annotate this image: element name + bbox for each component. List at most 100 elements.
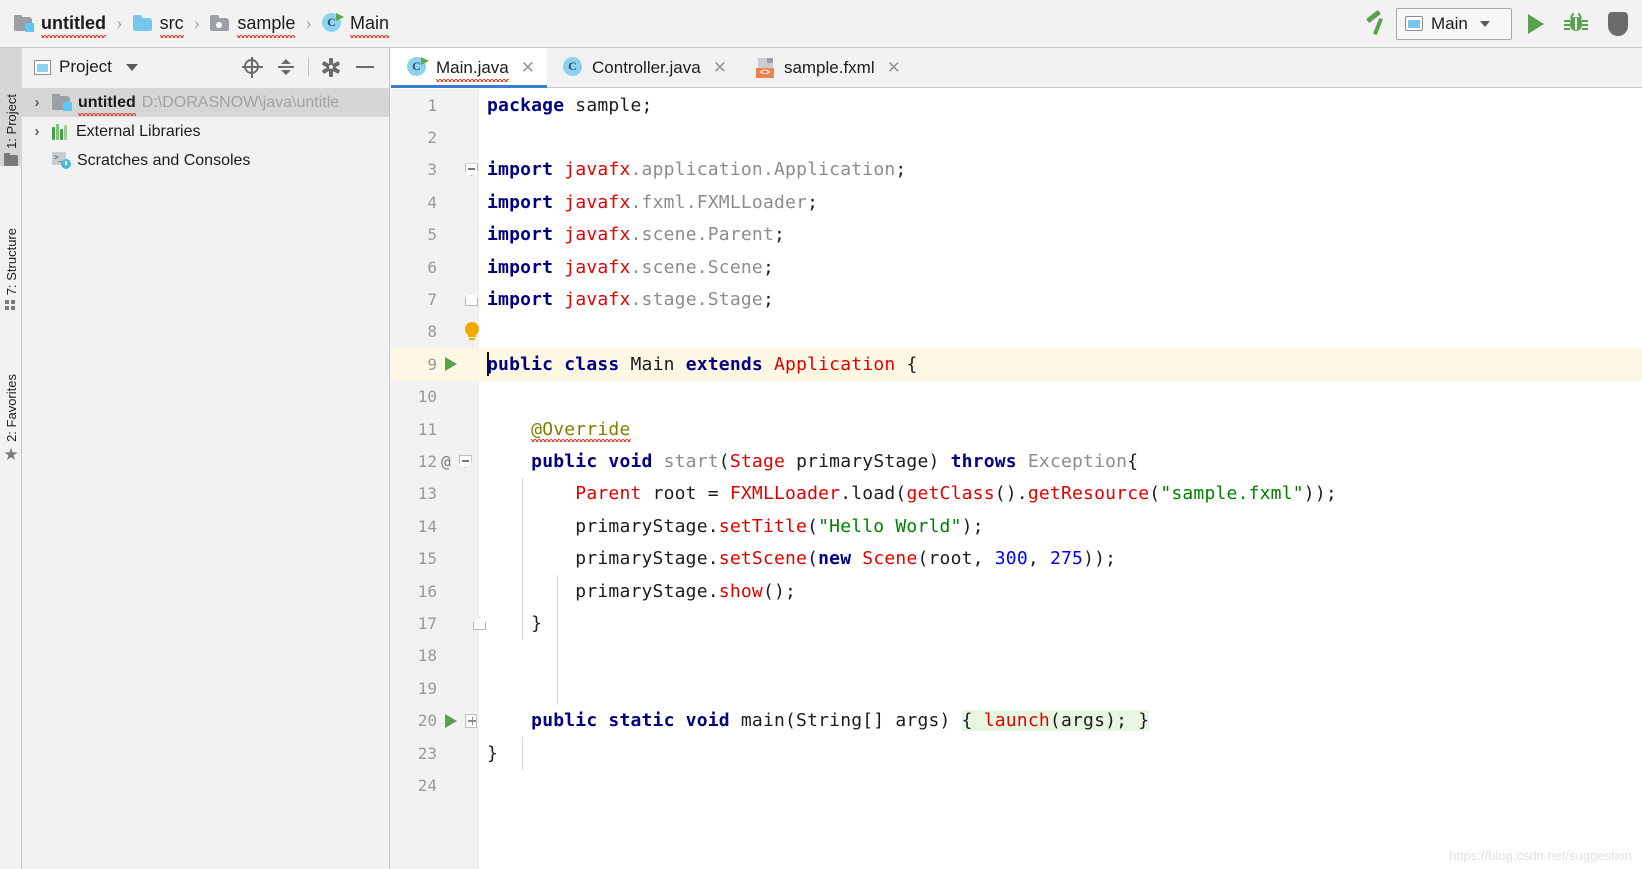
code-line[interactable]: 3 import javafx.application.Application; [391,154,1642,186]
fold-collapse-icon[interactable] [465,163,478,177]
gutter-icons [441,121,477,153]
breadcrumb-separator: › [193,12,201,34]
chevron-down-icon [1479,20,1490,27]
tree-item-label: Scratches and Consoles [77,151,251,169]
code-editor[interactable]: 1 package sample; 2 3 import javafx.appl… [391,89,1642,869]
line-number: 16 [417,581,437,601]
code-text: @Override [531,418,631,440]
code-line[interactable]: 14 primaryStage.setTitle("Hello World"); [391,510,1642,542]
code-line[interactable]: 19 [391,672,1642,704]
watermark: https://blog.csdn.net/suggestion [1449,848,1632,863]
code-text: } [487,613,543,635]
code-line[interactable]: 12 @ public void start(Stage primaryStag… [391,445,1642,477]
intention-bulb-icon[interactable] [463,321,479,342]
code-line[interactable]: 10 [391,381,1642,413]
tool-window-favorites[interactable]: ★ 2: Favorites [0,328,22,464]
code-line[interactable]: 1 package sample; [391,89,1642,121]
run-button[interactable] [1516,4,1556,44]
shield-icon [1608,11,1628,36]
code-line-current[interactable]: 9 public class Main extends Application … [391,348,1642,381]
code-text: import javafx.scene.Scene; [487,256,775,278]
run-configuration-selector[interactable]: Main [1396,7,1512,40]
breadcrumb-item-main[interactable]: C Main [322,13,390,38]
breadcrumb-item-untitled[interactable]: untitled [14,13,106,38]
tab-controller-java[interactable]: C Controller.java ✕ [547,48,739,87]
code-line[interactable]: 17 } [391,607,1642,639]
code-line[interactable]: 24 [391,769,1642,801]
project-settings-button[interactable] [315,51,347,83]
hide-panel-button[interactable] [349,51,381,83]
expand-arrow-icon[interactable]: › [28,123,46,140]
folder-icon [132,15,153,32]
tab-label: Main.java [436,57,509,82]
code-line[interactable]: 16 primaryStage.show(); [391,575,1642,607]
run-with-coverage-button[interactable] [1596,4,1636,44]
tree-item-scratches-and-consoles[interactable]: › >_ Scratches and Consoles [22,146,389,175]
tree-item-external-libraries[interactable]: › External Libraries [22,117,389,146]
code-line[interactable]: 11 @Override [391,413,1642,445]
project-panel-actions [236,48,381,86]
line-number: 2 [427,128,437,148]
breadcrumb-label: sample [237,13,296,38]
code-line[interactable]: 20 public static void main(String[] args… [391,705,1642,737]
breadcrumb-item-sample[interactable]: sample [210,13,296,38]
line-number: 23 [417,743,437,763]
fold-end-icon[interactable] [465,293,478,307]
fold-expand-icon[interactable] [465,713,477,728]
run-main-gutter-icon[interactable] [445,713,457,728]
gutter-icons [441,154,478,186]
collapse-all-button[interactable] [270,51,302,83]
code-line[interactable]: 8 [391,316,1642,348]
library-icon [52,123,70,140]
line-number: 4 [427,192,437,212]
code-line[interactable]: 7 import javafx.stage.Stage; [391,283,1642,315]
tool-window-structure[interactable]: 7: Structure [0,178,22,312]
select-opened-file-button[interactable] [236,51,268,83]
gutter-icons [441,186,477,218]
tool-window-project[interactable]: 1: Project [0,48,22,166]
tab-main-java[interactable]: C Main.java ✕ [391,48,548,88]
tab-close-icon[interactable]: ✕ [887,59,901,76]
code-line[interactable]: 4 import javafx.fxml.FXMLLoader; [391,186,1642,218]
tree-item-label: External Libraries [76,122,201,140]
project-icon [34,59,51,75]
tab-close-icon[interactable]: ✕ [713,59,727,76]
gutter-icons [441,219,477,251]
line-number: 1 [427,95,437,115]
debug-button[interactable] [1556,4,1596,44]
locate-icon [241,56,263,78]
fxml-icon: <> [755,57,776,78]
fold-end-icon[interactable] [473,617,486,631]
code-line[interactable]: 2 [391,121,1642,153]
fold-collapse-icon[interactable] [458,455,472,469]
tool-window-label: 2: Favorites [3,374,19,442]
code-line[interactable]: 15 primaryStage.setScene(new Scene(root,… [391,543,1642,575]
run-toolbar: Main [1356,4,1642,44]
tab-close-icon[interactable]: ✕ [521,59,535,76]
toolbar-divider [308,58,309,76]
project-view-selector[interactable]: Project [34,57,138,77]
expand-arrow-icon[interactable]: › [28,94,46,111]
override-marker-icon[interactable]: @ [441,452,451,471]
intellij-idea-window: untitled › src › sample › C Main Main 1:… [0,0,1642,869]
code-line[interactable]: 5 import javafx.scene.Parent; [391,219,1642,251]
code-line[interactable]: 6 import javafx.scene.Scene; [391,251,1642,283]
breadcrumb-item-src[interactable]: src [132,13,184,38]
tab-label: sample.fxml [783,57,875,77]
code-text: package sample; [487,94,653,116]
code-line[interactable]: 18 [391,640,1642,672]
breadcrumb-label: src [159,13,184,38]
line-number: 19 [417,678,437,698]
gutter-icons [441,413,477,445]
tab-sample-fxml[interactable]: <> sample.fxml ✕ [738,48,913,87]
gutter-icons [441,769,477,801]
build-project-button[interactable] [1356,4,1396,44]
code-line[interactable]: 13 Parent root = FXMLLoader.load(getClas… [391,478,1642,510]
line-number: 13 [417,484,437,504]
run-class-gutter-icon[interactable] [445,357,457,372]
gutter-icons [441,251,477,283]
code-line[interactable]: 23 } [391,737,1642,769]
java-class-icon: C [322,13,345,34]
tree-item-untitled[interactable]: › untitled D:\DORASNOW\java\untitle [22,88,389,117]
hammer-icon [1364,9,1388,36]
